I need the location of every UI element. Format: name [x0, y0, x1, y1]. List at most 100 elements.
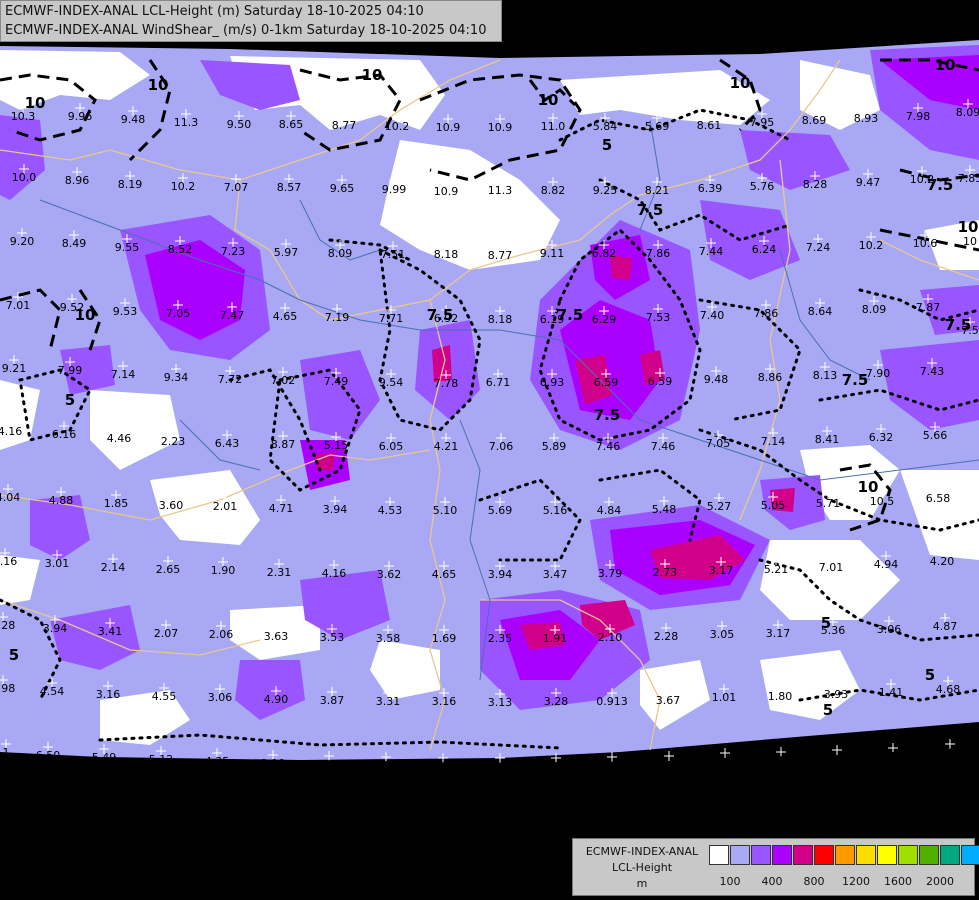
value-label: 9.99 [382, 183, 407, 196]
value-label: 7.14 [761, 435, 786, 448]
value-label: 3.94 [323, 503, 348, 516]
value-label: 7.24 [806, 241, 831, 254]
value-label: 5.76 [750, 180, 775, 193]
contour-label: 7.5 [945, 316, 972, 334]
value-label: 3.05 [710, 628, 735, 641]
legend-swatch [919, 845, 939, 865]
value-label: 10.2 [385, 120, 410, 133]
value-label: 6.39 [698, 182, 723, 195]
value-label: 3.06 [208, 691, 233, 704]
contour-label: 10 [362, 66, 383, 84]
value-label: 4.87 [933, 620, 958, 633]
value-label: 6.05 [379, 440, 404, 453]
value-label: 9.55 [115, 241, 140, 254]
value-label: 9.54 [379, 376, 404, 389]
value-label: 7.44 [699, 245, 724, 258]
value-label: 2.28 [654, 630, 679, 643]
value-label: 5.71 [816, 497, 841, 510]
contour-label: 7.5 [427, 306, 454, 324]
value-label: 4.65 [432, 568, 457, 581]
value-label: 3.16 [96, 688, 121, 701]
legend-tick-label: 1200 [842, 875, 870, 888]
value-label: 7.07 [224, 181, 249, 194]
value-label: 3.94 [43, 622, 68, 635]
legend-swatch [814, 845, 834, 865]
value-label: 7.86 [754, 307, 779, 320]
value-label: 5.97 [274, 246, 299, 259]
value-label: 9.65 [330, 182, 355, 195]
contour-label: 10 [858, 478, 879, 496]
value-label: 5.89 [542, 440, 567, 453]
value-label: 11.3 [174, 116, 199, 129]
value-label: 6.58 [926, 492, 951, 505]
value-label: 7.47 [220, 309, 245, 322]
value-label: 4.94 [874, 558, 899, 571]
contour-label: 10 [148, 76, 169, 94]
legend-swatch [709, 845, 729, 865]
legend-swatch [961, 845, 979, 865]
value-label: 7.90 [866, 367, 891, 380]
value-label: 5.69 [488, 504, 513, 517]
value-label: 3.06 [877, 623, 902, 636]
title-line-1: ECMWF-INDEX-ANAL LCL-Height (m) Saturday… [5, 4, 424, 19]
value-label: 7.72 [218, 373, 243, 386]
value-label: 7.46 [651, 440, 676, 453]
value-label: 3.10 [261, 757, 286, 770]
value-label: 7.23 [221, 245, 246, 258]
value-label: 7.98 [906, 110, 931, 123]
value-label: 6.71 [486, 376, 511, 389]
value-label: 5.05 [761, 499, 786, 512]
value-label: 9.53 [113, 305, 138, 318]
value-label: 3.31 [376, 695, 401, 708]
value-label: 7.05 [706, 437, 731, 450]
legend-swatch [772, 845, 792, 865]
value-label: 1 [3, 746, 10, 759]
value-label: 7.14 [111, 368, 136, 381]
value-label: 8.52 [168, 243, 193, 256]
value-label: 7.01 [819, 561, 844, 574]
value-label: 4.55 [152, 690, 177, 703]
value-label: 4.21 [434, 440, 459, 453]
contour-label: 10 [25, 94, 46, 112]
value-label: 6.82 [592, 247, 617, 260]
contour-label: 10 [538, 91, 559, 109]
value-label: 4.16 [0, 425, 22, 438]
value-label: 4.35 [205, 755, 230, 768]
value-label: 3.41 [98, 625, 123, 638]
legend-swatch [751, 845, 771, 865]
value-label: 4.53 [378, 504, 403, 517]
value-label: 2.07 [154, 627, 179, 640]
value-label: 10.9 [434, 185, 459, 198]
value-label: 9.50 [227, 118, 252, 131]
value-label: 10.6 [913, 237, 938, 250]
value-label: 10 [963, 235, 977, 248]
value-label: 3.45 [825, 752, 850, 765]
value-label: 7.71 [379, 312, 404, 325]
value-label: 8.82 [541, 184, 566, 197]
contour-label: 7.5 [927, 176, 954, 194]
value-label: 7.78 [434, 377, 459, 390]
contour-label: 10 [935, 56, 956, 74]
value-label: 2.06 [209, 628, 234, 641]
legend-swatch [793, 845, 813, 865]
value-label: 4.68 [936, 683, 961, 696]
value-label: 0.913 [596, 695, 628, 708]
value-label: 3.63 [264, 630, 289, 643]
value-label: 11.3 [488, 184, 513, 197]
value-label: 4.16 [322, 567, 347, 580]
value-label: 6.16 [52, 428, 77, 441]
value-label: 8.64 [808, 305, 833, 318]
value-label: 2.02 [938, 746, 963, 759]
value-label: 9.21 [2, 362, 27, 375]
contour-label: 7.5 [594, 406, 621, 424]
value-label: 2.73 [653, 566, 678, 579]
value-label: 1.01 [712, 691, 737, 704]
value-label: 7.40 [700, 309, 725, 322]
contour-label: 7.5 [557, 306, 584, 324]
value-label: 8.69 [802, 114, 827, 127]
value-label: 4.84 [597, 504, 622, 517]
value-label: 2.48 [713, 755, 738, 768]
value-label: 7.06 [489, 440, 514, 453]
value-label: 8.18 [488, 313, 513, 326]
legend-tick-label: 800 [803, 875, 825, 888]
